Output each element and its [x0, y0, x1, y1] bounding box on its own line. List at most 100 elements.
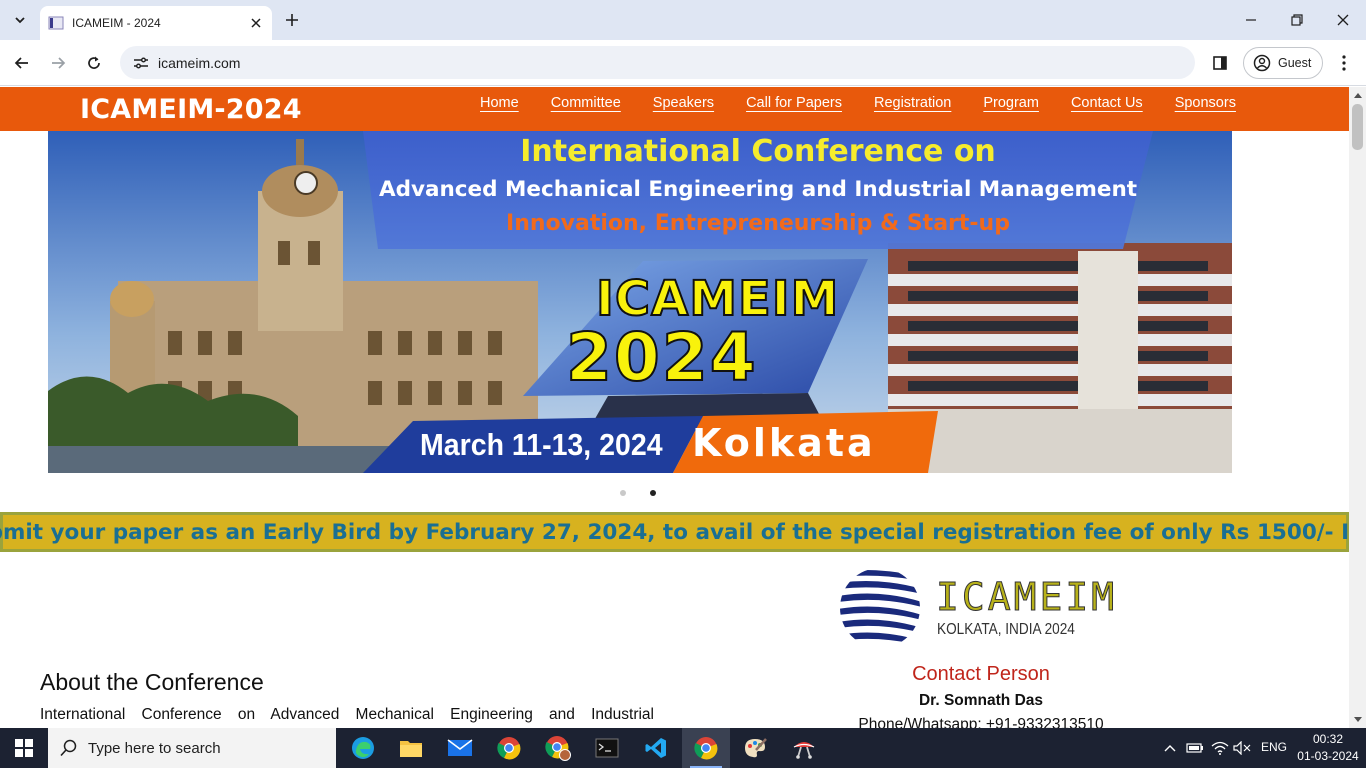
browser-tab[interactable]: ICAMEIM - 2024: [40, 6, 272, 40]
site-info-icon[interactable]: [130, 52, 152, 74]
scroll-down-icon[interactable]: [1349, 714, 1366, 726]
file-explorer-icon: [400, 741, 422, 757]
scroll-thumb[interactable]: [1352, 104, 1363, 150]
tab-search-button[interactable]: [8, 8, 32, 32]
conference-logo: ICAMEIM KOLKATA, INDIA 2024: [838, 567, 1128, 649]
menu-contact-us[interactable]: Contact Us: [1071, 95, 1143, 111]
tab-strip: ICAMEIM - 2024: [0, 0, 1366, 40]
chrome-profile-icon: [545, 736, 571, 761]
side-panel-button[interactable]: [1208, 51, 1232, 75]
tray-battery[interactable]: [1185, 738, 1205, 758]
menu-sponsors[interactable]: Sponsors: [1175, 95, 1236, 111]
edge-icon: [352, 737, 374, 759]
search-icon: [60, 739, 77, 757]
close-icon: [1337, 14, 1349, 26]
menu-registration[interactable]: Registration: [874, 95, 951, 111]
taskbar-search[interactable]: Type here to search: [48, 728, 336, 768]
taskbar-vscode[interactable]: [632, 728, 680, 768]
tray-network[interactable]: [1210, 738, 1230, 758]
menu-speakers[interactable]: Speakers: [653, 95, 714, 111]
restore-button[interactable]: [1274, 0, 1320, 40]
page-viewport: ICAMEIM-2024 Home Committee Speakers Cal…: [0, 87, 1349, 728]
taskbar-file-explorer[interactable]: [387, 728, 435, 768]
forward-button[interactable]: [46, 51, 70, 75]
chevron-down-icon: [15, 17, 25, 24]
taskbar-chrome-active[interactable]: [682, 728, 730, 768]
url-text: icameim.com: [158, 54, 241, 71]
globe-logo-icon: [840, 568, 920, 648]
chrome-active-icon: [694, 737, 718, 760]
terminal-icon: [595, 738, 619, 758]
clock-time: 00:32: [1312, 732, 1344, 746]
taskbar-snipping[interactable]: [780, 728, 828, 768]
vscode-icon: [645, 738, 666, 758]
minimize-icon: [1246, 19, 1256, 21]
user-icon: [1253, 54, 1271, 72]
menu-home[interactable]: Home: [480, 95, 519, 111]
clock-date: 01-03-2024: [1297, 749, 1359, 763]
tray-volume[interactable]: [1232, 738, 1252, 758]
taskbar-paint[interactable]: [731, 728, 779, 768]
arrow-right-icon: [52, 57, 66, 69]
back-button[interactable]: [10, 51, 34, 75]
windows-logo-icon: [15, 739, 33, 757]
scroll-up-icon[interactable]: [1349, 89, 1366, 101]
menu-program[interactable]: Program: [983, 95, 1039, 111]
taskbar-clock[interactable]: 00:32 01-03-2024: [1290, 731, 1366, 765]
taskbar-chrome[interactable]: [485, 728, 533, 768]
carousel-dot-2[interactable]: [650, 490, 656, 496]
site-brand[interactable]: ICAMEIM-2024: [80, 94, 302, 125]
banner-dates: March 11-13, 2024: [420, 427, 663, 462]
banner-subtitle: Advanced Mechanical Engineering and Indu…: [378, 177, 1138, 202]
tray-overflow-button[interactable]: [1160, 738, 1180, 758]
site-menu: Home Committee Speakers Call for Papers …: [480, 95, 1268, 111]
chevron-up-icon: [1164, 745, 1176, 752]
carousel-dot-1[interactable]: [620, 490, 626, 496]
early-bird-banner: Submit your paper as an Early Bird by Fe…: [0, 512, 1349, 552]
profile-button[interactable]: Guest: [1243, 47, 1323, 79]
contact-name: Dr. Somnath Das: [918, 692, 1044, 709]
close-tab-icon[interactable]: [248, 15, 264, 31]
snipping-icon: [793, 742, 815, 759]
start-button[interactable]: [0, 728, 48, 768]
taskbar: Type here to search ENG 00:32 01-03-2024: [0, 728, 1366, 768]
reload-button[interactable]: [82, 51, 106, 75]
browser-menu-button[interactable]: [1333, 51, 1355, 75]
minimize-button[interactable]: [1228, 0, 1274, 40]
reload-icon: [88, 56, 100, 69]
banner-title: International Conference on: [520, 134, 996, 169]
wifi-icon: [1211, 741, 1229, 755]
new-tab-button[interactable]: [282, 10, 302, 30]
menu-call-for-papers[interactable]: Call for Papers: [746, 95, 842, 111]
logo-subtitle: KOLKATA, INDIA 2024: [937, 621, 1075, 638]
chrome-icon: [497, 737, 521, 760]
menu-committee[interactable]: Committee: [551, 95, 621, 111]
profile-label: Guest: [1278, 56, 1312, 70]
language-indicator[interactable]: ENG: [1261, 740, 1287, 754]
side-panel-icon: [1213, 56, 1227, 70]
taskbar-chrome-profile[interactable]: [534, 728, 582, 768]
about-heading: About the Conference: [40, 669, 264, 695]
favicon-icon: [48, 15, 64, 31]
contact-phone: Phone/Whatsapp: +91-9332313510: [858, 716, 1104, 728]
early-bird-text: Submit your paper as an Early Bird by Fe…: [0, 519, 1349, 545]
taskbar-edge[interactable]: [339, 728, 387, 768]
search-placeholder: Type here to search: [88, 739, 221, 757]
browser-toolbar: icameim.com Guest: [0, 40, 1366, 86]
hero-banner[interactable]: International Conference on Advanced Mec…: [48, 131, 1232, 473]
banner-year: 2024: [565, 318, 758, 397]
tab-title: ICAMEIM - 2024: [72, 16, 161, 30]
carousel-indicators: [620, 490, 656, 496]
close-window-button[interactable]: [1320, 0, 1366, 40]
contact-heading: Contact Person: [912, 663, 1050, 685]
restore-icon: [1291, 14, 1303, 26]
site-header: ICAMEIM-2024 Home Committee Speakers Cal…: [0, 87, 1349, 131]
banner-tagline: Innovation, Entrepreneurship & Start-up: [506, 211, 1010, 236]
taskbar-mail[interactable]: [436, 728, 484, 768]
taskbar-terminal[interactable]: [583, 728, 631, 768]
battery-icon: [1186, 743, 1203, 753]
address-bar[interactable]: icameim.com: [120, 46, 1195, 79]
volume-muted-icon: [1233, 741, 1251, 755]
logo-wordmark: ICAMEIM: [935, 575, 1118, 620]
page-scrollbar[interactable]: [1349, 87, 1366, 728]
